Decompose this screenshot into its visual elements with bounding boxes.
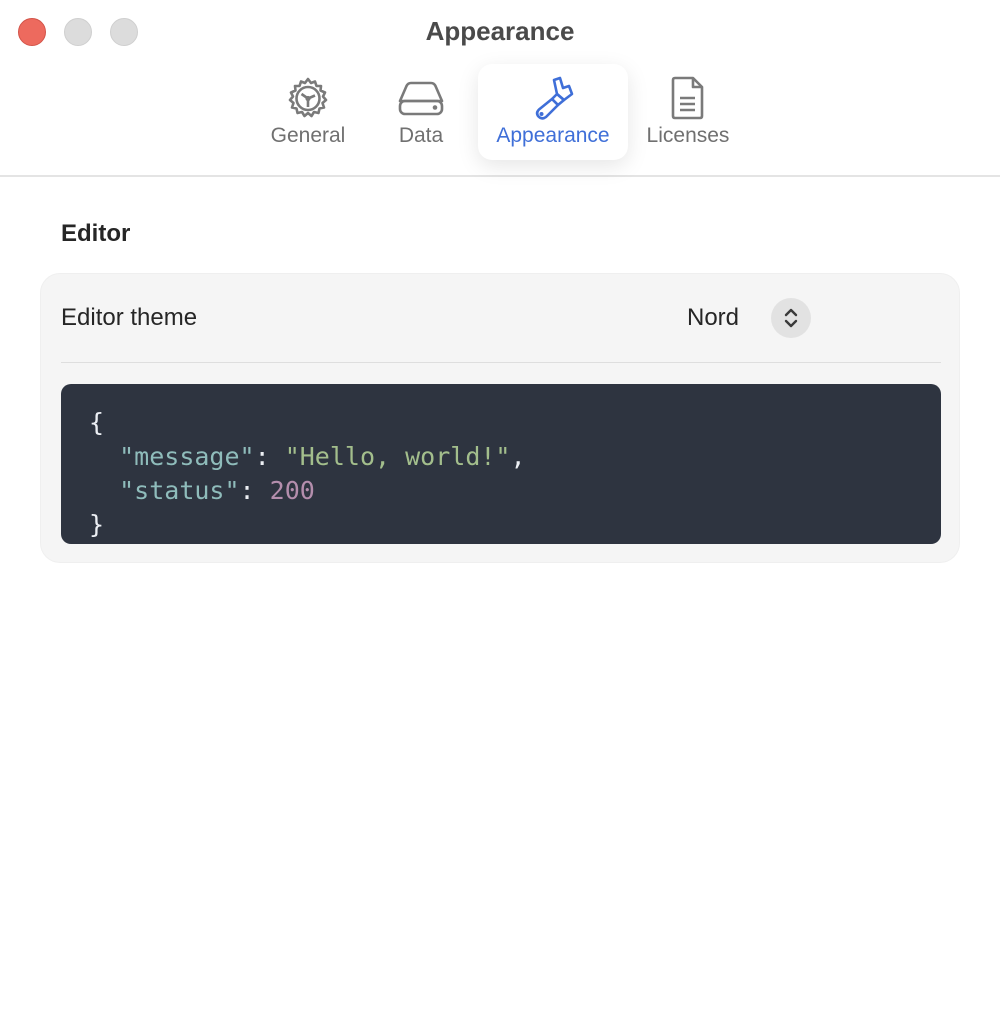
code-comma: ,: [510, 442, 526, 471]
tab-data[interactable]: Data: [381, 64, 461, 160]
code-colon: :: [254, 442, 270, 471]
tab-general-label: General: [270, 124, 346, 147]
code-key-message: "message": [119, 442, 255, 471]
title-bar: Appearance General Data Appearance Licen…: [0, 0, 1000, 177]
section-title-editor: Editor: [61, 220, 131, 247]
code-line: {: [89, 406, 941, 440]
code-value-message: "Hello, world!": [284, 442, 511, 471]
code-close-brace: }: [89, 510, 105, 539]
gear-icon: [284, 74, 332, 122]
theme-preview-code: { "message": "Hello, world!", "status": …: [61, 384, 941, 544]
code-key-status: "status": [119, 476, 240, 505]
code-open-brace: {: [89, 408, 105, 437]
paintbrush-icon: [529, 74, 577, 122]
document-icon: [664, 74, 712, 122]
editor-theme-value[interactable]: Nord: [687, 304, 739, 332]
editor-settings-group: Editor theme Nord { "message": "Hello, w…: [40, 273, 960, 563]
code-line: "message": "Hello, world!",: [89, 440, 941, 474]
divider: [61, 362, 941, 363]
code-value-status: 200: [269, 476, 315, 505]
drive-icon: [397, 74, 445, 122]
tab-appearance[interactable]: Appearance: [478, 64, 628, 160]
code-line: "status": 200: [89, 474, 941, 508]
tab-general[interactable]: General: [258, 64, 358, 160]
editor-theme-popup-button[interactable]: [771, 298, 811, 338]
editor-theme-label: Editor theme: [61, 304, 198, 331]
code-line: }: [89, 508, 941, 542]
code-colon: :: [239, 476, 255, 505]
window-title: Appearance: [425, 16, 575, 46]
tab-licenses-label: Licenses: [646, 124, 730, 147]
tab-licenses[interactable]: Licenses: [636, 64, 740, 160]
tab-data-label: Data: [398, 124, 444, 147]
preferences-window: Appearance General Data Appearance Licen…: [0, 0, 1000, 1016]
tab-appearance-label: Appearance: [496, 124, 610, 147]
